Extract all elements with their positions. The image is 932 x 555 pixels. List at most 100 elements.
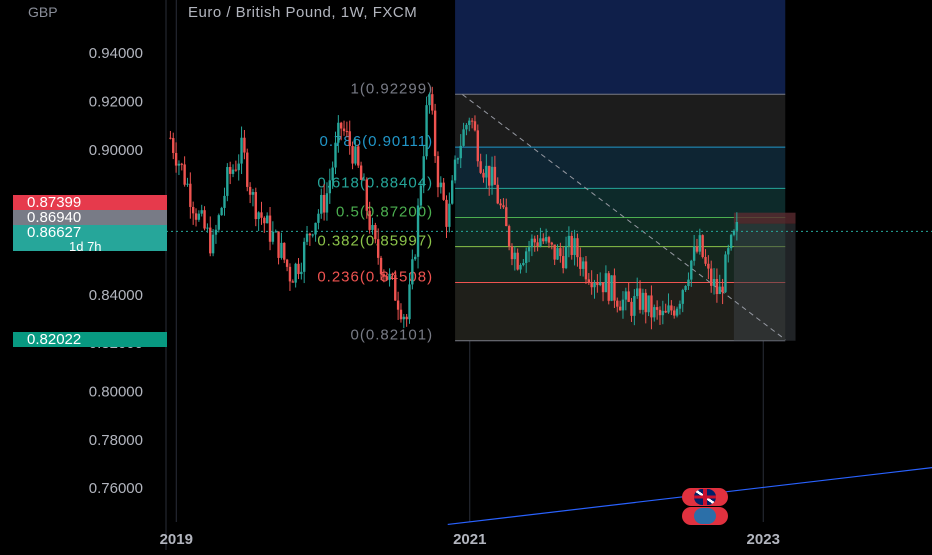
candle-body: [411, 259, 414, 285]
candle-body: [638, 288, 642, 310]
candle-body: [376, 239, 380, 258]
candle-body: [573, 238, 576, 255]
candle-body: [294, 263, 297, 283]
candle-body: [633, 296, 636, 316]
candle-body: [322, 194, 326, 213]
candle-body: [707, 263, 710, 269]
candle-body: [280, 242, 283, 258]
candle-body: [616, 300, 619, 307]
candle-body: [599, 282, 602, 286]
candle-body: [328, 180, 331, 194]
eu-flag-icon[interactable]: [682, 507, 728, 525]
fib-zone: [455, 94, 786, 148]
candle-body: [664, 310, 667, 313]
candle-body: [200, 210, 203, 214]
candle-body: [493, 166, 497, 185]
y-tick-label: 0.80000: [89, 384, 143, 401]
candle-body: [385, 276, 388, 280]
candle-body: [308, 233, 312, 236]
candle-body: [311, 234, 314, 236]
candle-body: [277, 231, 280, 258]
candle-body: [288, 266, 292, 282]
candle-body: [180, 163, 183, 165]
candle-body: [428, 94, 431, 106]
candle-body: [399, 309, 403, 320]
candle-body: [710, 268, 713, 286]
candle-body: [653, 307, 656, 318]
candle-body: [206, 227, 209, 229]
candle-body: [670, 305, 673, 311]
candle-body: [450, 180, 454, 204]
candle-body: [636, 288, 639, 297]
candle-body: [268, 215, 272, 242]
candle-body: [482, 172, 485, 178]
candle-body: [362, 179, 366, 181]
candle-body: [473, 121, 477, 131]
candle-body: [624, 291, 628, 300]
uk-flag-icon[interactable]: [682, 488, 728, 506]
candle-body: [698, 235, 702, 252]
candle-body: [442, 182, 445, 200]
candle-body: [260, 212, 263, 218]
fib-level-label: 1(0.92299): [351, 80, 434, 97]
candle-body: [172, 138, 175, 153]
candle-body: [283, 242, 286, 260]
candle-body: [189, 183, 192, 207]
candle-body: [721, 286, 724, 293]
candle-body: [186, 183, 189, 185]
price-tag-low-value: 0.82022: [27, 331, 82, 348]
candle-body: [408, 284, 411, 320]
candle-body: [527, 247, 531, 252]
candle-body: [644, 292, 647, 313]
candle-body: [345, 131, 349, 133]
candle-body: [214, 229, 218, 235]
candle-body: [487, 165, 491, 186]
candle-body: [712, 279, 716, 286]
candle-body: [658, 309, 662, 316]
candle-body: [485, 165, 488, 178]
candle-body: [240, 137, 243, 164]
candle-body: [211, 234, 215, 254]
candle-body: [297, 263, 300, 275]
candle-body: [394, 275, 397, 301]
candle-body: [405, 316, 408, 320]
chart-area[interactable]: 2019 2021 2023 0.94000 0.92000 0.90000 0.84000…: [0, 0, 932, 550]
candle-body: [248, 186, 252, 195]
candle-body: [382, 274, 386, 277]
candle-body: [246, 152, 249, 187]
candle-body: [567, 235, 571, 246]
candle-body: [576, 238, 579, 258]
candle-body: [291, 281, 294, 283]
candle-body: [704, 256, 707, 264]
candle-body: [257, 212, 260, 220]
price-chart[interactable]: 2019 2021 2023 0.94000 0.92000 0.90000 0.84000…: [0, 0, 932, 550]
candle-body: [371, 224, 374, 230]
candle-body: [732, 230, 736, 235]
candle-body: [220, 207, 223, 216]
candle-body: [337, 122, 340, 143]
candle-body: [203, 210, 206, 229]
candle-body: [265, 215, 269, 224]
candle-body: [570, 235, 573, 255]
candle-body: [607, 273, 610, 301]
fib-level-label: 0.618(0.88404): [317, 174, 433, 191]
chart-title: Euro / British Pound, 1W, FXCM: [188, 4, 418, 21]
candle-body: [507, 226, 511, 247]
candle-body: [627, 291, 630, 302]
x-tick-label: 2021: [453, 531, 486, 548]
candle-body: [183, 164, 186, 185]
candle-body: [601, 282, 605, 293]
candle-body: [715, 279, 719, 295]
fib-zone: [455, 147, 786, 189]
candle-body: [727, 248, 730, 255]
candle-body: [516, 252, 519, 270]
candle-body: [339, 122, 343, 129]
y-tick-label: 0.90000: [89, 142, 143, 159]
candle-body: [228, 167, 232, 174]
candle-body: [302, 241, 306, 272]
candle-body: [342, 128, 346, 132]
y-tick-label: 0.76000: [89, 480, 143, 497]
fib-level-label: 0(0.82101): [351, 327, 434, 344]
candle-body: [374, 224, 377, 240]
candle-body: [226, 167, 229, 196]
